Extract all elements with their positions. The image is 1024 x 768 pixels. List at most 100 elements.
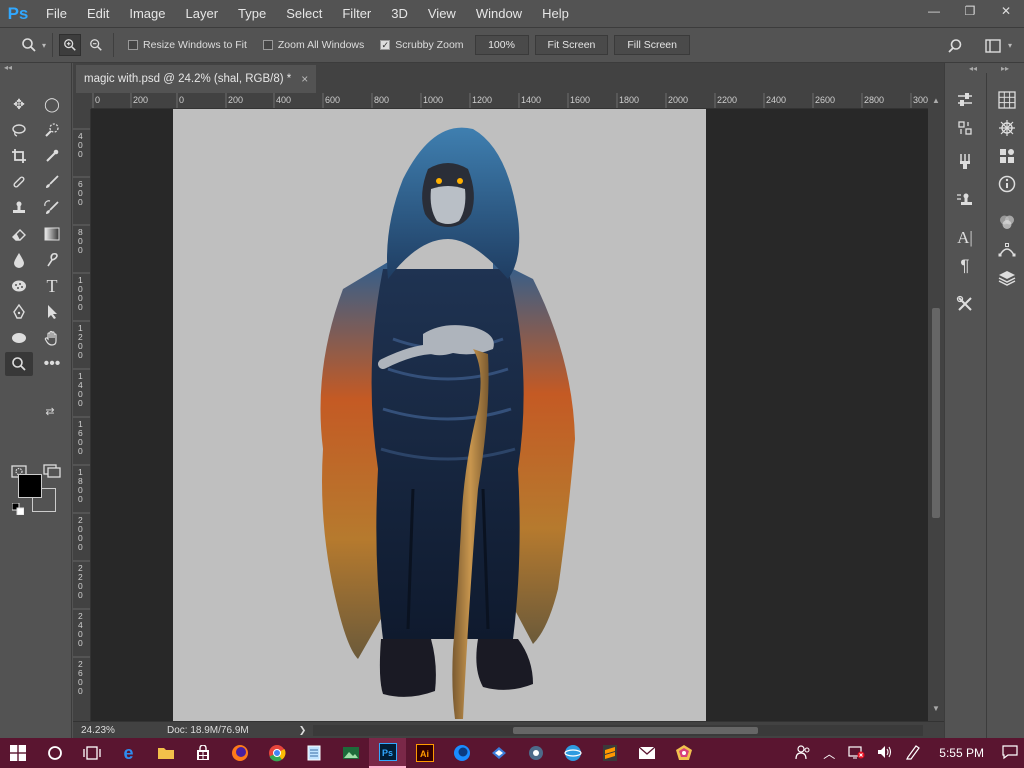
horizontal-scrollbar[interactable] <box>313 725 923 736</box>
action-center-icon[interactable] <box>996 744 1024 763</box>
zoom-all-windows-checkbox[interactable]: Zoom All Windows <box>262 39 364 51</box>
collapse-toolbar-icon[interactable]: ◂◂ <box>0 63 71 73</box>
brush-tool-icon[interactable] <box>38 170 66 194</box>
swatches-panel-icon[interactable] <box>992 87 1022 113</box>
menu-layer[interactable]: Layer <box>176 6 229 21</box>
mail-icon[interactable] <box>628 738 665 768</box>
resize-windows-checkbox[interactable]: Resize Windows to Fit <box>128 39 247 51</box>
menu-select[interactable]: Select <box>276 6 332 21</box>
firefox-icon[interactable] <box>221 738 258 768</box>
document-tab[interactable]: magic with.psd @ 24.2% (shal, RGB/8) * × <box>76 65 316 93</box>
pen-workspace-icon[interactable] <box>899 744 927 763</box>
show-hidden-icons-chevron-icon[interactable]: ︿ <box>817 745 841 762</box>
app-icon-colorful[interactable] <box>665 738 702 768</box>
canvas-viewport[interactable] <box>91 109 928 721</box>
menu-help[interactable]: Help <box>532 6 579 21</box>
chrome-icon[interactable] <box>258 738 295 768</box>
gradient-tool-icon[interactable] <box>38 222 66 246</box>
zoom-readout[interactable]: 24.23% <box>73 725 133 736</box>
zoom-100-button[interactable]: 100% <box>474 35 529 55</box>
app-icon-globe[interactable] <box>554 738 591 768</box>
task-view-icon[interactable] <box>73 738 110 768</box>
brush-settings-icon[interactable] <box>950 149 980 175</box>
scroll-down-icon[interactable]: ▼ <box>928 704 944 713</box>
status-info-arrow-icon[interactable]: ❯ <box>299 725 307 736</box>
fit-screen-button[interactable]: Fit Screen <box>534 35 609 55</box>
elliptical-marquee-icon[interactable]: ◯ <box>38 92 66 116</box>
hand-tool-icon[interactable] <box>38 326 66 350</box>
menu-image[interactable]: Image <box>119 6 175 21</box>
tool-presets-icon[interactable] <box>950 291 980 317</box>
pen-tool-icon[interactable] <box>5 300 33 324</box>
color-panel-icon[interactable] <box>992 209 1022 235</box>
sublime-text-icon[interactable] <box>591 738 628 768</box>
workspace-icon[interactable] <box>982 35 1004 57</box>
collapse-dock-left-icon[interactable]: ◂◂ <box>969 64 977 73</box>
collapse-dock-right-icon[interactable]: ▸▸ <box>1001 64 1009 73</box>
close-tab-icon[interactable]: × <box>301 72 308 86</box>
scrubby-zoom-checkbox[interactable]: ✓ Scrubby Zoom <box>380 39 464 51</box>
scroll-up-icon[interactable]: ▲ <box>928 96 944 105</box>
app-icon-tool[interactable] <box>517 738 554 768</box>
paths-panel-icon[interactable] <box>992 237 1022 263</box>
firefox-dev-icon[interactable] <box>443 738 480 768</box>
more-tools-icon[interactable]: ••• <box>38 352 66 376</box>
photoshop-taskbar-icon[interactable]: Ps <box>369 738 406 768</box>
illustrator-taskbar-icon[interactable]: Ai <box>406 738 443 768</box>
default-colors-icon[interactable] <box>10 502 26 516</box>
sponge-tool-icon[interactable] <box>5 274 33 298</box>
properties-panel-icon[interactable] <box>950 87 980 113</box>
zoom-tool-icon[interactable] <box>5 352 33 376</box>
navigator-panel-icon[interactable] <box>992 115 1022 141</box>
layers-panel-icon[interactable] <box>992 265 1022 291</box>
resize-windows-checkbox-box[interactable] <box>128 40 139 50</box>
smudge-tool-icon[interactable] <box>38 248 66 272</box>
foreground-color-swatch[interactable] <box>18 474 42 498</box>
character-panel-icon[interactable]: A| <box>950 225 980 251</box>
history-panel-icon[interactable] <box>950 115 980 141</box>
minimize-button[interactable]: — <box>916 0 952 22</box>
menu-filter[interactable]: Filter <box>332 6 381 21</box>
path-selection-icon[interactable] <box>38 300 66 324</box>
preset-chevron-down-icon[interactable]: ▾ <box>42 41 46 50</box>
search-icon[interactable] <box>944 35 966 57</box>
quick-selection-icon[interactable] <box>38 118 66 142</box>
scrubby-zoom-checkbox-box[interactable]: ✓ <box>380 40 391 50</box>
zoom-tool-preset-icon[interactable] <box>18 34 40 56</box>
zoom-all-windows-checkbox-box[interactable] <box>262 40 273 50</box>
network-icon[interactable] <box>841 745 871 762</box>
clone-stamp-icon[interactable] <box>5 196 33 220</box>
vertical-ruler[interactable]: 4006008001000120014001600180020002200240… <box>73 109 91 721</box>
vertical-scrollbar[interactable]: ▲ ▼ <box>928 93 944 721</box>
volume-icon[interactable] <box>871 745 899 762</box>
swap-colors-icon[interactable]: ⇄ <box>42 403 58 419</box>
people-icon[interactable] <box>789 744 817 763</box>
healing-brush-icon[interactable] <box>5 170 33 194</box>
start-windows-icon[interactable] <box>0 738 36 768</box>
clock-time[interactable]: 5:55 PM <box>927 746 996 760</box>
store-icon[interactable] <box>184 738 221 768</box>
zoom-out-icon[interactable] <box>85 34 107 56</box>
menu-file[interactable]: File <box>36 6 77 21</box>
info-panel-icon[interactable] <box>992 171 1022 197</box>
libraries-panel-icon[interactable] <box>992 143 1022 169</box>
close-window-button[interactable]: ✕ <box>988 0 1024 22</box>
paragraph-panel-icon[interactable]: ¶ <box>950 253 980 279</box>
menu-view[interactable]: View <box>418 6 466 21</box>
edge-browser-icon[interactable]: e <box>110 738 147 768</box>
move-tool-icon[interactable]: ✥ <box>5 92 33 116</box>
menu-window[interactable]: Window <box>466 6 532 21</box>
zoom-in-icon[interactable] <box>59 34 82 56</box>
clone-source-icon[interactable] <box>950 187 980 213</box>
cortana-search-icon[interactable] <box>36 738 73 768</box>
fill-screen-button[interactable]: Fill Screen <box>614 35 690 55</box>
horizontal-ruler[interactable]: 0 200 0 200 400 600 800 1000 1200 1400 1600 1800 200… <box>91 93 944 109</box>
screen-mode-icon[interactable] <box>38 459 66 483</box>
workspace-chevron-down-icon[interactable]: ▾ <box>1008 41 1012 57</box>
app-icon-blue[interactable] <box>480 738 517 768</box>
eraser-tool-icon[interactable] <box>5 222 33 246</box>
history-brush-icon[interactable] <box>38 196 66 220</box>
menu-edit[interactable]: Edit <box>77 6 119 21</box>
blur-tool-icon[interactable] <box>5 248 33 272</box>
file-explorer-icon[interactable] <box>147 738 184 768</box>
